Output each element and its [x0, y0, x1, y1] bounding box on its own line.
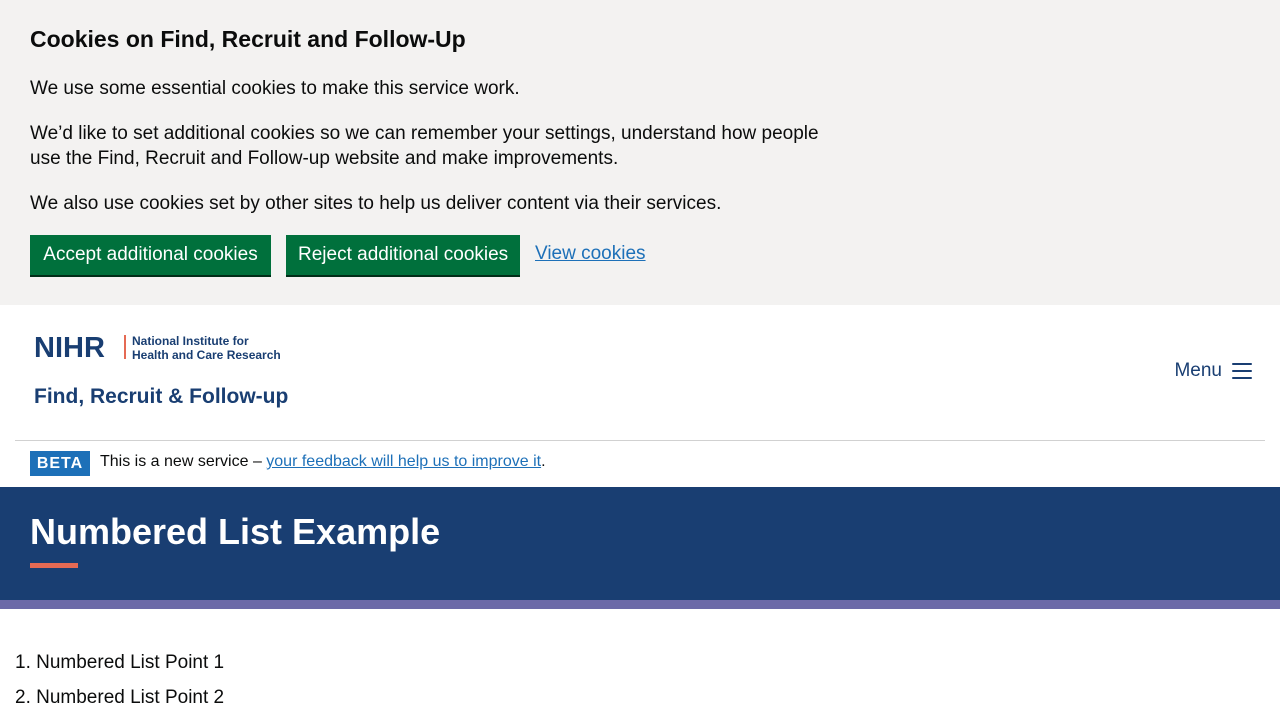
logo-institute-line-2: Health and Care Research — [132, 348, 281, 362]
logo-institute-name: National Institute for Health and Care R… — [132, 334, 281, 362]
title-accent-bar — [30, 563, 78, 568]
cookie-essential-text: We use some essential cookies to make th… — [30, 78, 520, 99]
beta-banner-text: This is a new service – your feedback wi… — [100, 453, 546, 471]
logo-institute-line-1: National Institute for — [132, 334, 249, 348]
beta-text-before: This is a new service – — [100, 453, 267, 470]
hamburger-icon — [1232, 363, 1252, 379]
numbered-list: 1. Numbered List Point 1 2. Numbered Lis… — [15, 650, 224, 720]
reject-cookies-button[interactable]: Reject additional cookies — [286, 235, 520, 275]
logo-divider — [124, 335, 126, 359]
list-item: 2. Numbered List Point 2 — [15, 687, 225, 708]
view-cookies-link[interactable]: View cookies — [535, 243, 646, 265]
cookie-additional-text: We’d like to set additional cookies so w… — [30, 123, 819, 169]
feedback-link[interactable]: your feedback will help us to improve it — [266, 453, 541, 470]
menu-button[interactable]: Menu — [1174, 360, 1252, 382]
page-banner: Numbered List Example — [0, 487, 1280, 600]
cookie-third-party-text: We also use cookies set by other sites t… — [30, 193, 722, 214]
beta-tag: BETA — [30, 451, 90, 476]
header-divider — [15, 440, 1265, 441]
logo-org-name: NIHR — [34, 332, 105, 364]
beta-text-after: . — [541, 453, 546, 470]
page-title: Numbered List Example — [30, 511, 441, 552]
cookie-banner-title: Cookies on Find, Recruit and Follow-Up — [30, 26, 466, 52]
service-name: Find, Recruit & Follow-up — [34, 385, 289, 408]
banner-stripe — [0, 600, 1280, 609]
list-item: 1. Numbered List Point 1 — [15, 652, 225, 673]
menu-label: Menu — [1174, 360, 1222, 381]
cookie-banner: Cookies on Find, Recruit and Follow-Up W… — [0, 0, 1280, 305]
accept-cookies-button[interactable]: Accept additional cookies — [30, 235, 271, 275]
site-header: NIHR National Institute for Health and C… — [0, 305, 1280, 440]
